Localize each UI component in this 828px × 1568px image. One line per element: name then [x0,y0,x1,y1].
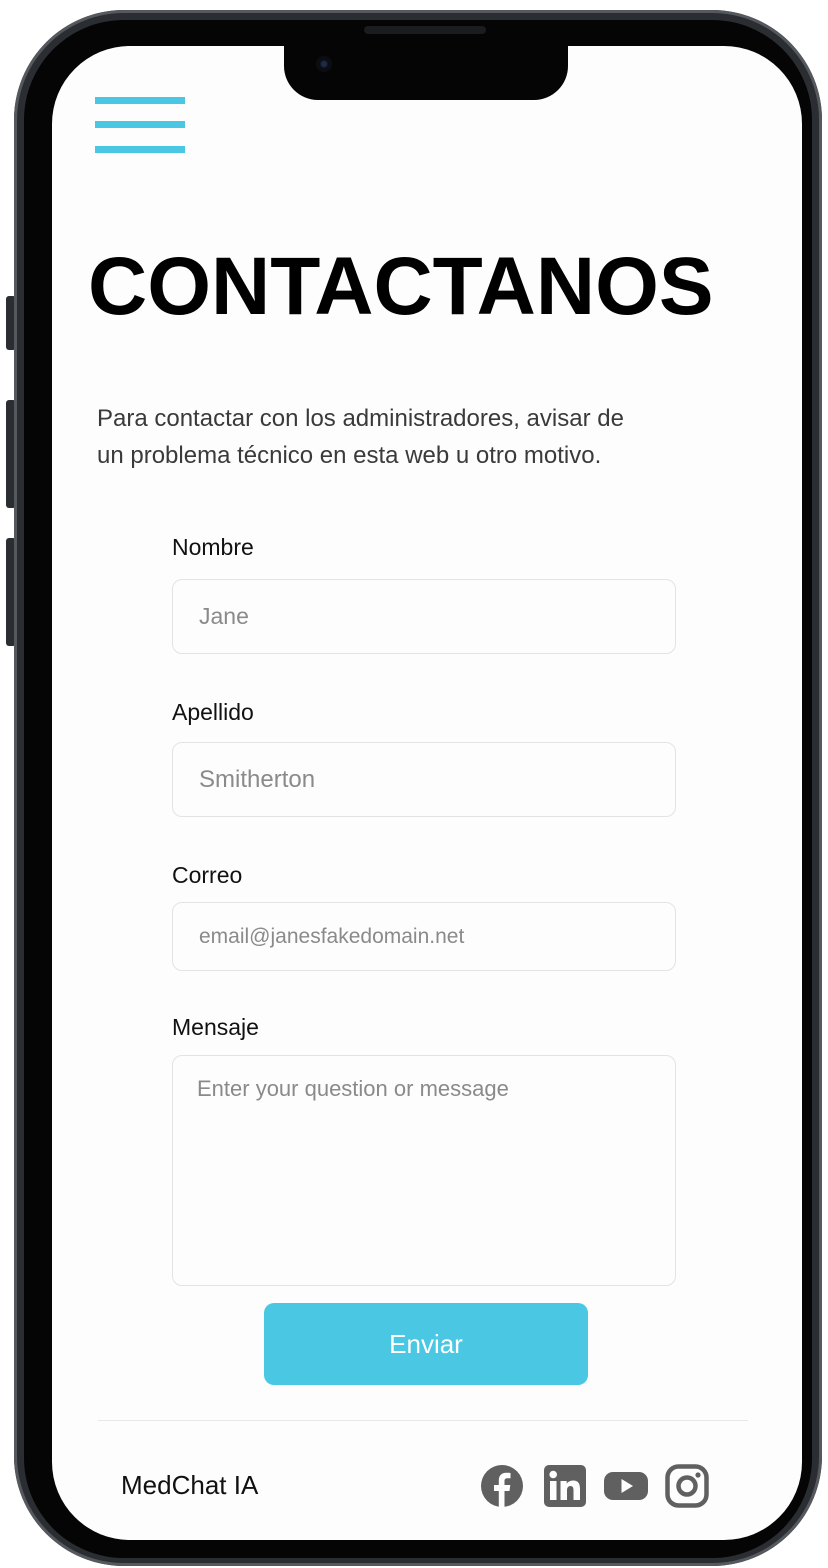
facebook-icon[interactable] [480,1464,524,1508]
youtube-icon[interactable] [604,1464,648,1508]
footer-brand: MedChat IA [121,1470,259,1500]
mensaje-label: Mensaje [172,1014,259,1040]
linkedin-icon[interactable] [543,1464,587,1508]
correo-label: Correo [172,862,243,888]
instagram-icon[interactable] [665,1464,709,1508]
email-field[interactable] [172,902,676,971]
speaker-grille [364,26,486,34]
send-button[interactable]: Enviar [264,1303,588,1385]
intro-line-2: un problema técnico en esta web u otro m… [97,442,602,469]
front-camera-icon [316,56,332,72]
apellido-label: Apellido [172,699,254,725]
message-textarea[interactable] [172,1055,676,1286]
nombre-label: Nombre [172,534,254,560]
page-title: CONTACTANOS [88,241,714,332]
apellido-input[interactable] [172,742,676,817]
nombre-input[interactable] [172,579,676,654]
intro-line-1: Para contactar con los administradores, … [97,405,624,432]
footer-divider [98,1420,748,1421]
hamburger-menu-icon[interactable] [95,97,185,157]
intro-text: Para contactar con los administradores, … [97,400,757,474]
